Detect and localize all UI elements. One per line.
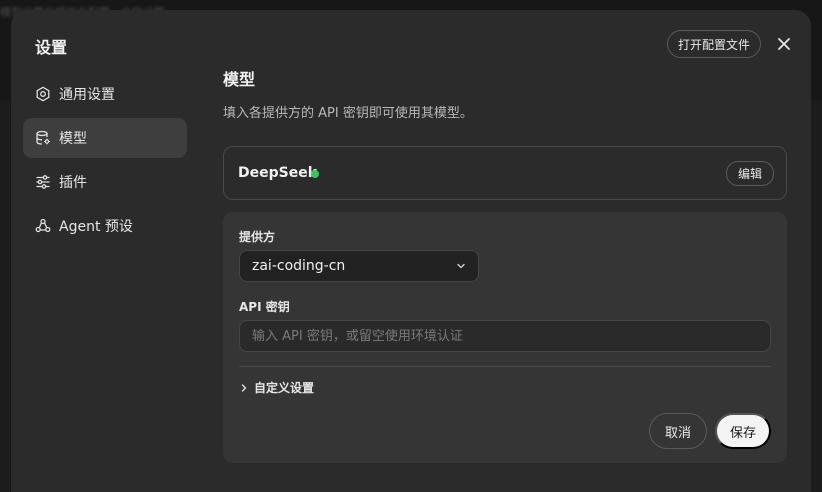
open-config-button[interactable]: 打开配置文件: [667, 30, 761, 58]
provider-select-value: zai-coding-cn: [252, 258, 346, 274]
provider-edit-panel: 提供方 zai-coding-cn API 密钥 自定义设置 取消 保存: [223, 212, 787, 463]
settings-dialog: 设置 打开配置文件 通用设置 模型 插件 Agent 预设 模型 填入各提供方的…: [11, 10, 811, 492]
sidebar-item-label: 模型: [59, 131, 87, 147]
agent-icon: [35, 218, 51, 234]
database-icon: [35, 130, 51, 146]
provider-name: DeepSeek: [238, 165, 318, 181]
sidebar-item-label: 插件: [59, 175, 87, 191]
api-key-label: API 密钥: [239, 300, 290, 314]
provider-card: DeepSeek 编辑: [223, 146, 787, 200]
backdrop-edge: [810, 100, 822, 492]
page-description: 填入各提供方的 API 密钥即可使用其模型。: [223, 106, 473, 121]
custom-settings-toggle[interactable]: 自定义设置: [239, 379, 314, 396]
save-button[interactable]: 保存: [715, 413, 771, 449]
chevron-down-icon: [457, 263, 465, 269]
custom-settings-label: 自定义设置: [254, 381, 315, 395]
status-indicator: [311, 170, 319, 178]
settings-sidebar: 通用设置 模型 插件 Agent 预设: [23, 74, 187, 250]
api-key-input[interactable]: [239, 320, 771, 352]
sidebar-item-plugins[interactable]: 插件: [23, 162, 187, 202]
provider-select[interactable]: zai-coding-cn: [239, 250, 479, 282]
close-icon: [778, 38, 790, 50]
gear-icon: [35, 86, 51, 102]
cancel-button[interactable]: 取消: [649, 413, 707, 449]
sidebar-item-agent-presets[interactable]: Agent 预设: [23, 206, 187, 246]
sliders-icon: [35, 174, 51, 190]
dialog-title: 设置: [35, 38, 68, 57]
sidebar-item-label: 通用设置: [59, 87, 115, 103]
sidebar-item-label: Agent 预设: [59, 219, 133, 235]
divider: [239, 366, 771, 367]
close-button[interactable]: [773, 33, 795, 55]
provider-label: 提供方: [239, 230, 276, 244]
page-title: 模型: [223, 70, 256, 89]
sidebar-item-general[interactable]: 通用设置: [23, 74, 187, 114]
edit-button[interactable]: 编辑: [726, 161, 774, 186]
chevron-right-icon: [239, 383, 249, 393]
backdrop-edge: [0, 100, 10, 492]
sidebar-item-models[interactable]: 模型: [23, 118, 187, 158]
